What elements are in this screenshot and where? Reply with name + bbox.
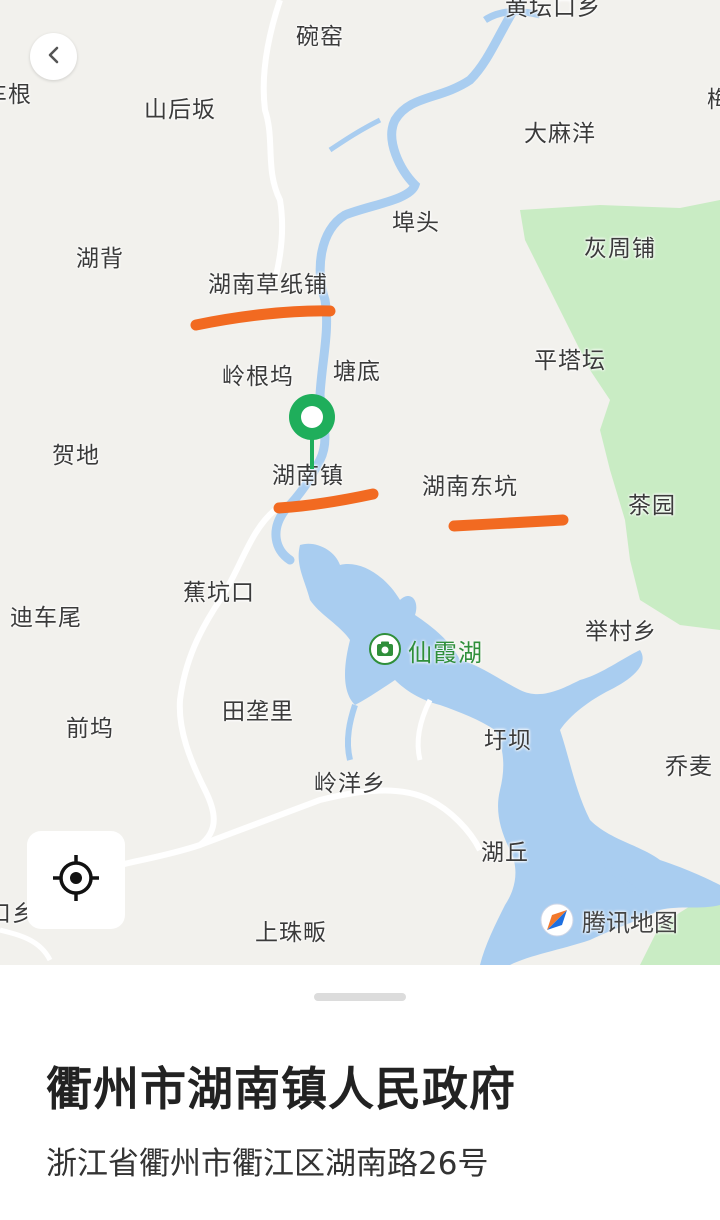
crosshair-icon	[51, 853, 101, 907]
map-label-place: 平塔坛	[534, 348, 606, 374]
poi-label[interactable]: 仙霞湖	[408, 633, 483, 668]
road	[119, 507, 277, 868]
tencent-maps-logo-icon	[540, 903, 574, 937]
road	[415, 698, 433, 761]
road	[0, 927, 53, 962]
place-name: 衢州市湖南镇人民政府	[46, 1062, 516, 1116]
map-base-layer	[0, 0, 720, 965]
map-label-place: 车根	[0, 82, 32, 108]
map-label-place: 迪车尾	[10, 605, 82, 631]
sheet-drag-handle[interactable]	[314, 993, 406, 1001]
map-label-place: 贺地	[52, 443, 100, 469]
map-label-place: 举村乡	[585, 619, 657, 645]
map-label-place: 塘底	[333, 359, 381, 385]
map-label-place: 岭洋乡	[314, 771, 386, 797]
map-label-place: 圩坝	[484, 728, 532, 754]
map-label-place: 岭根坞	[222, 364, 294, 390]
map-label-place: 乔麦	[665, 754, 713, 780]
location-pin-icon[interactable]	[288, 393, 336, 471]
map-label-place: 上珠畈	[255, 920, 327, 946]
map-label-place: 黄坛口乡	[505, 0, 601, 21]
back-button[interactable]	[30, 33, 77, 80]
map-label-place: 碗窑	[296, 24, 344, 50]
map-label-place: 茶园	[628, 493, 676, 519]
camera-icon[interactable]	[369, 633, 401, 665]
map-label-place: 湖南草纸铺	[208, 272, 328, 298]
map-label-place: 埠头	[392, 210, 440, 236]
map-label-place: 湖丘	[481, 840, 529, 866]
map-label-place: 湖南东坑	[422, 474, 518, 500]
map-label-place: 前坞	[66, 716, 114, 742]
annotation-stroke	[190, 305, 336, 331]
map-label-place: 大麻洋	[524, 121, 596, 147]
chevron-left-icon	[46, 45, 62, 69]
locate-button[interactable]	[27, 831, 125, 929]
forest-area	[520, 200, 720, 630]
map-label-place: 梅	[707, 87, 720, 113]
place-address: 浙江省衢州市衢江区湖南路26号	[46, 1146, 489, 1182]
map-watermark: 腾讯地图	[540, 900, 678, 940]
map-label-place: 蕉坑口	[183, 580, 255, 606]
map-label-place: 山后坂	[144, 97, 216, 123]
watermark-text: 腾讯地图	[582, 908, 678, 937]
map-view[interactable]: 黄坛口乡 碗窑 车根 山后坂 梅 大麻洋 埠头 湖背 灰周铺 湖南草纸铺 岭根坞…	[0, 0, 720, 965]
annotation-stroke	[448, 514, 569, 532]
road	[198, 787, 483, 852]
road	[260, 0, 286, 281]
map-label-place: 田垄里	[222, 699, 294, 725]
place-detail-sheet[interactable]: 衢州市湖南镇人民政府 浙江省衢州市衢江区湖南路26号	[0, 965, 720, 1220]
map-label-place: 湖背	[76, 246, 124, 272]
map-label-place: 灰周铺	[584, 236, 656, 262]
